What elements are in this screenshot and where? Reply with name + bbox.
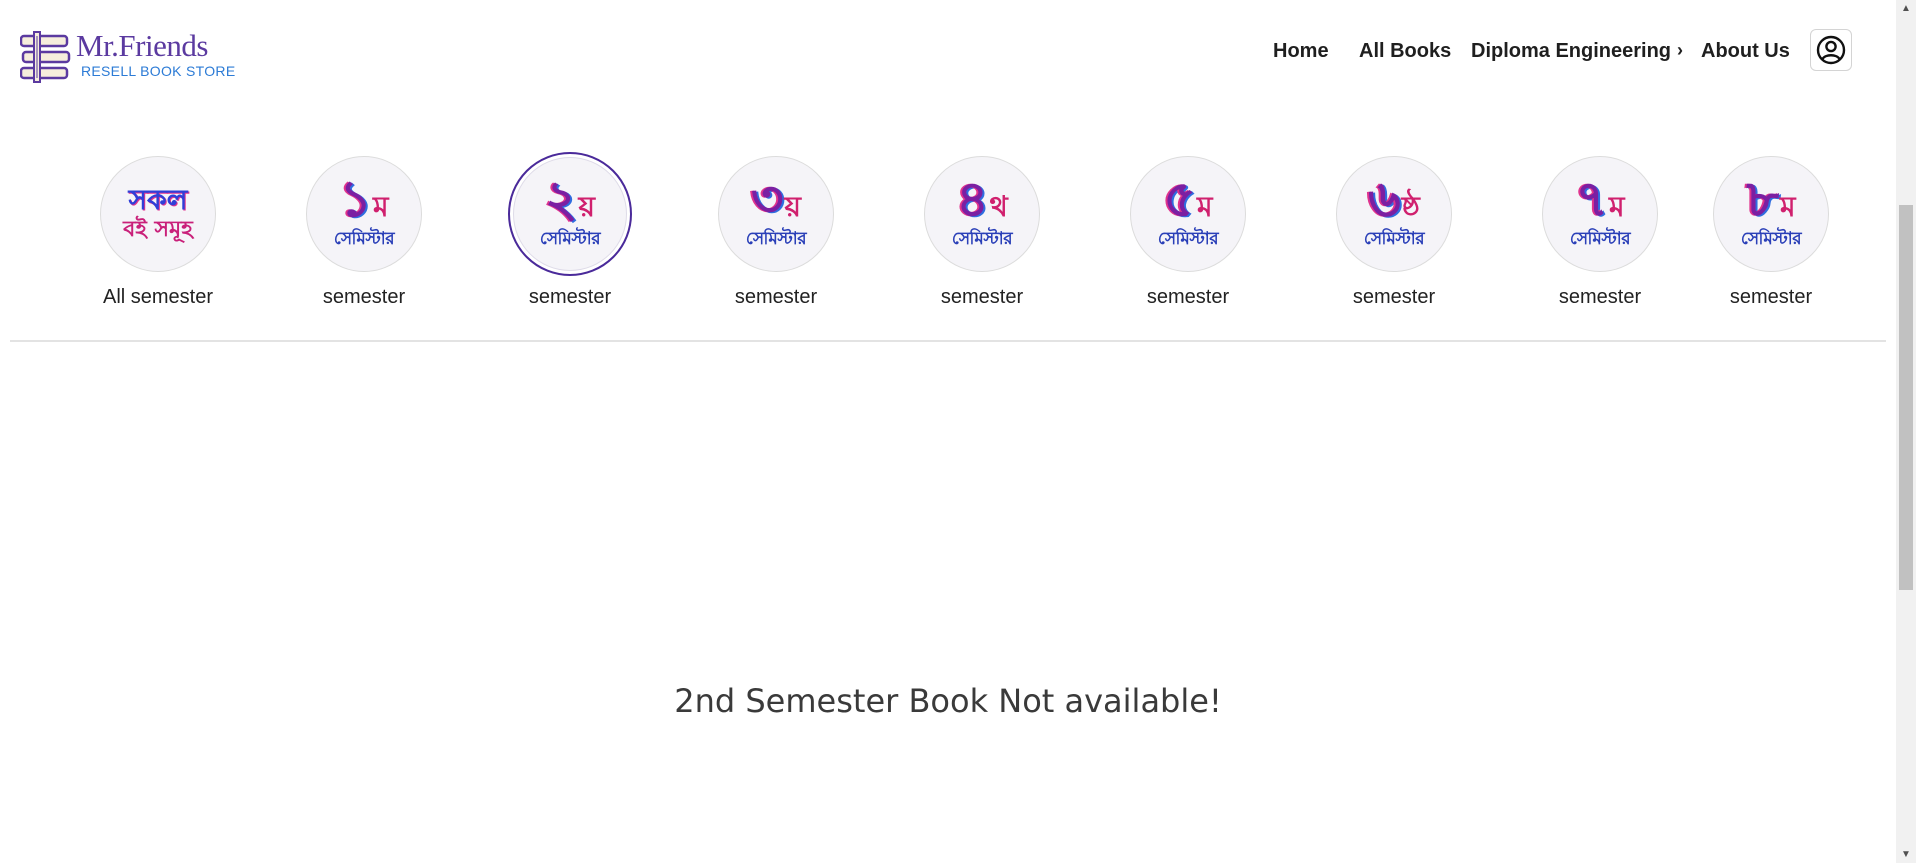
semester-4-badge: ৪থ সেমিস্টার	[924, 156, 1040, 272]
nav-diploma-label: Diploma Engineering	[1471, 40, 1672, 62]
semester-word: সেমিস্টার	[1157, 229, 1219, 249]
semester-7-badge: ৭ম সেমিস্টার	[1542, 156, 1658, 272]
semester-suffix: ম	[1196, 190, 1213, 223]
semester-word: সেমিস্টার	[951, 229, 1013, 249]
semester-number: ৫	[1163, 170, 1196, 228]
semester-selector: সকল বই সমূহ All semester ১ম সেমিস্টার se…	[10, 100, 1886, 342]
nav-about-us[interactable]: About Us	[1701, 37, 1790, 65]
semester-label: semester	[528, 286, 612, 308]
semester-6[interactable]: ৬ ষ্ঠ সেমিস্টার semester	[1314, 156, 1474, 309]
chevron-right-icon: ›	[1677, 40, 1684, 60]
semester-4[interactable]: ৪থ সেমিস্টার semester	[902, 156, 1062, 309]
semester-8-badge: ৮ম সেমিস্টার	[1713, 156, 1829, 272]
semester-suffix: ম	[1779, 190, 1796, 223]
brand-subtitle: RESELL BOOK STORE	[81, 63, 236, 79]
semester-number: ২	[544, 170, 578, 228]
site-header: Mr.Friends RESELL BOOK STORE Home All Bo…	[0, 0, 1896, 100]
semester-number: ৪	[956, 170, 989, 228]
nav-diploma-engineering[interactable]: Diploma Engineering ›	[1471, 37, 1683, 65]
semester-2[interactable]: ২ য় সেমিস্টার semester	[490, 152, 650, 309]
semester-1[interactable]: ১ম সেমিস্টার semester	[284, 156, 444, 309]
semester-1-badge: ১ম সেমিস্টার	[306, 156, 422, 272]
user-account-button[interactable]	[1810, 29, 1852, 71]
semester-label: semester	[322, 286, 406, 308]
semester-suffix: য়	[784, 190, 802, 223]
semester-label: All semester	[102, 286, 214, 308]
semester-suffix: থ	[989, 190, 1008, 223]
semester-label: semester	[1558, 286, 1642, 308]
semester-5[interactable]: ৫ম সেমিস্টার semester	[1108, 156, 1268, 309]
semester-word: সেমিস্টার	[745, 229, 807, 249]
semester-3-badge: ৩ য় সেমিস্টার	[718, 156, 834, 272]
semester-suffix: য়	[578, 190, 596, 223]
page-scrollbar[interactable]: ▲ ▼	[1896, 0, 1916, 863]
semester-number: ৭	[1575, 170, 1608, 228]
semester-5-badge: ৫ম সেমিস্টার	[1130, 156, 1246, 272]
brand-logo[interactable]: Mr.Friends RESELL BOOK STORE	[20, 28, 235, 86]
semester-word: সেমিস্টার	[1740, 229, 1802, 249]
semester-suffix: ম	[372, 190, 389, 223]
semester-number: ৬	[1368, 170, 1401, 228]
semester-number: ১	[339, 170, 372, 228]
semester-6-badge: ৬ ষ্ঠ সেমিস্টার	[1336, 156, 1452, 272]
semester-3[interactable]: ৩ য় সেমিস্টার semester	[696, 156, 856, 309]
semester-all-bottom-text: বই সমূহ	[123, 216, 193, 242]
user-icon	[1816, 35, 1846, 65]
not-available-message: 2nd Semester Book Not available!	[674, 682, 1222, 720]
semester-suffix: ষ্ঠ	[1401, 190, 1420, 223]
semester-word: সেমিস্টার	[333, 229, 395, 249]
semester-all-top-text: সকল	[128, 182, 188, 216]
semester-all-badge: সকল বই সমূহ	[100, 156, 216, 272]
semester-word: সেমিস্টার	[1363, 229, 1425, 249]
brand-title: Mr.Friends	[76, 28, 208, 63]
semester-8[interactable]: ৮ম সেমিস্টার semester	[1691, 156, 1851, 309]
semester-word: সেমিস্টার	[539, 229, 601, 249]
semester-label: semester	[940, 286, 1024, 308]
semester-number: ৩	[750, 170, 784, 228]
semester-label: semester	[734, 286, 818, 308]
semester-number: ৮	[1746, 170, 1779, 228]
scroll-up-arrow-icon[interactable]: ▲	[1896, 0, 1916, 17]
semester-label: semester	[1729, 286, 1813, 308]
semester-7[interactable]: ৭ম সেমিস্টার semester	[1520, 156, 1680, 309]
semester-2-badge-active: ২ য় সেমিস্টার	[508, 152, 632, 276]
semester-label: semester	[1146, 286, 1230, 308]
books-logo-icon	[20, 31, 71, 83]
nav-home[interactable]: Home	[1273, 37, 1329, 65]
semester-all[interactable]: সকল বই সমূহ All semester	[78, 156, 238, 309]
scroll-down-arrow-icon[interactable]: ▼	[1896, 846, 1916, 863]
semester-word: সেমিস্টার	[1569, 229, 1631, 249]
semester-suffix: ম	[1608, 190, 1625, 223]
scrollbar-thumb[interactable]	[1899, 205, 1913, 590]
nav-all-books[interactable]: All Books	[1359, 37, 1451, 65]
semester-label: semester	[1352, 286, 1436, 308]
